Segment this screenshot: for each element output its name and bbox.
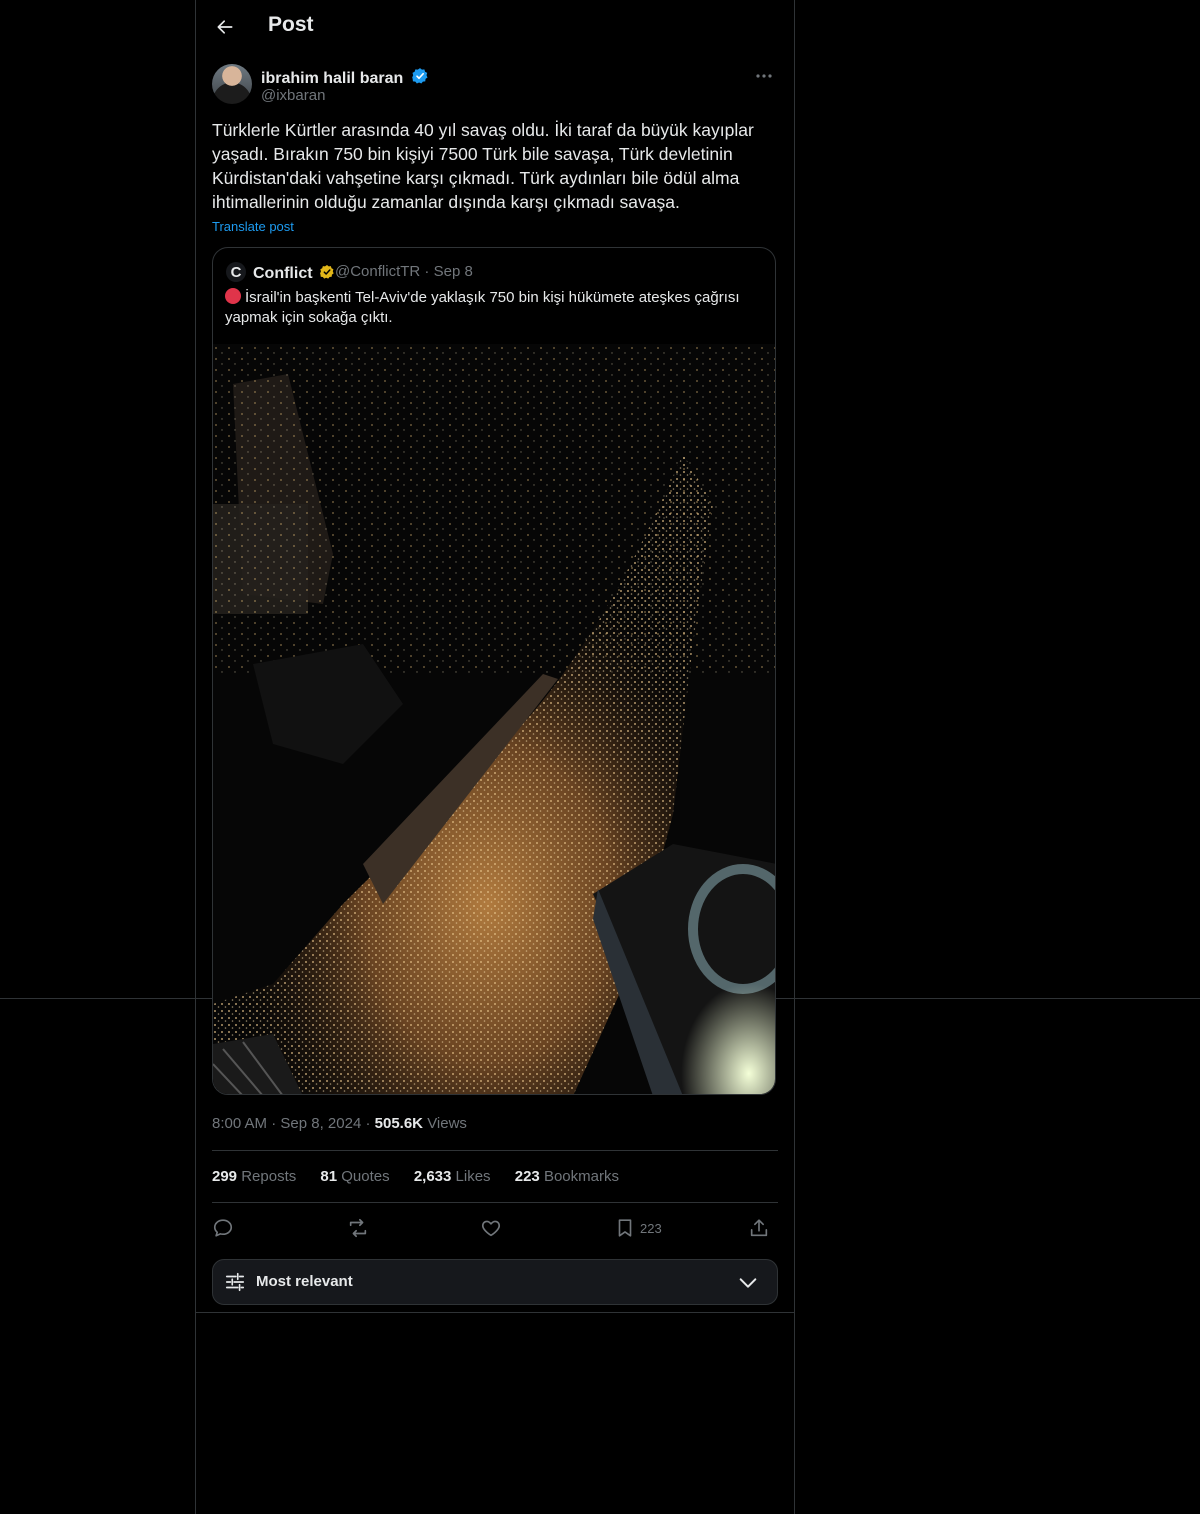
separator-dot: · <box>267 1115 281 1132</box>
author-name-text: ibrahim halil baran <box>261 70 404 87</box>
translate-post-link[interactable]: Translate post <box>212 219 294 234</box>
back-button[interactable] <box>208 10 242 44</box>
quote-author-name[interactable]: Conflict <box>253 262 335 283</box>
divider <box>212 1202 778 1203</box>
stat-label: Likes <box>455 1168 491 1185</box>
heart-icon <box>481 1220 501 1237</box>
avatar[interactable] <box>212 64 252 104</box>
author-handle[interactable]: @ixbaran <box>261 87 325 104</box>
action-bar: 223 <box>212 1212 778 1244</box>
reply-button[interactable] <box>212 1215 234 1241</box>
arrow-left-icon <box>217 20 233 34</box>
quote-text: İsrail'in başkenti Tel-Aviv'de yaklaşık … <box>225 288 745 328</box>
stat-label: Quotes <box>341 1168 390 1185</box>
separator-dot: · <box>424 263 434 280</box>
post-text: Türklerle Kürtler arasında 40 yıl savaş … <box>212 120 754 212</box>
stat-quotes[interactable]: 81 Quotes <box>320 1168 389 1185</box>
post-meta: 8:00 AM · Sep 8, 2024 · 505.6K Views <box>212 1115 467 1132</box>
top-bar: Post <box>196 0 794 54</box>
quoted-post[interactable]: C Conflict @ConflictTR · Sep 8 İsrail'in… <box>212 247 776 1095</box>
sliders-icon <box>225 1272 245 1292</box>
post-time[interactable]: 8:00 AM <box>212 1115 267 1132</box>
chevron-down-icon <box>739 1278 757 1288</box>
bookmark-icon <box>618 1219 632 1237</box>
share-icon <box>750 1219 768 1237</box>
stat-likes[interactable]: 2,633 Likes <box>414 1168 491 1185</box>
bookmark-count: 223 <box>640 1220 662 1236</box>
page-title: Post <box>268 13 314 36</box>
more-horizontal-icon <box>756 74 772 78</box>
quote-text-body: İsrail'in başkenti Tel-Aviv'de yaklaşık … <box>225 289 740 326</box>
quote-meta: @ConflictTR · Sep 8 <box>335 263 473 280</box>
separator-dot: · <box>361 1115 375 1132</box>
views-label: Views <box>427 1115 467 1132</box>
post-author: ibrahim halil baran @ixbaran <box>212 64 778 108</box>
reply-sort-dropdown[interactable]: Most relevant <box>212 1259 778 1305</box>
stat-label: Bookmarks <box>543 1168 619 1185</box>
like-button[interactable] <box>480 1215 502 1241</box>
quote-author-name-text: Conflict <box>253 265 313 282</box>
red-circle-icon <box>225 288 241 304</box>
quote-avatar[interactable]: C <box>226 262 246 282</box>
verified-badge-icon <box>411 68 428 84</box>
column-divider <box>196 1312 794 1313</box>
post-date[interactable]: Sep 8, 2024 <box>280 1115 361 1132</box>
stat-count: 2,633 <box>413 1168 452 1185</box>
stat-count: 81 <box>320 1168 338 1185</box>
author-name[interactable]: ibrahim halil baran <box>261 65 429 88</box>
verified-gold-badge-icon <box>320 265 334 279</box>
engagement-stats: 299 Reposts 81 Quotes 2,633 Likes 223 Bo… <box>212 1168 639 1185</box>
bookmark-button[interactable]: 223 <box>614 1215 662 1241</box>
reply-icon <box>213 1219 233 1237</box>
quote-date[interactable]: Sep 8 <box>434 263 473 280</box>
more-options-button[interactable] <box>750 64 778 88</box>
repost-icon <box>349 1218 367 1238</box>
quote-photo[interactable] <box>213 344 775 1094</box>
share-button[interactable] <box>748 1215 770 1241</box>
crowd-night-photo <box>213 344 775 1094</box>
stat-bookmarks[interactable]: 223 Bookmarks <box>515 1168 619 1185</box>
sort-label: Most relevant <box>256 1273 353 1290</box>
stat-count: 223 <box>514 1168 540 1185</box>
main-column: Post ibrahim halil baran @ixbaran Türkle… <box>195 0 795 1514</box>
divider <box>212 1150 778 1151</box>
stat-label: Reposts <box>241 1168 297 1185</box>
views-count: 505.6K <box>374 1115 424 1132</box>
quote-author-handle[interactable]: @ConflictTR <box>335 263 420 280</box>
stat-count: 299 <box>212 1168 238 1185</box>
stat-reposts[interactable]: 299 Reposts <box>212 1168 296 1185</box>
repost-button[interactable] <box>346 1215 370 1241</box>
